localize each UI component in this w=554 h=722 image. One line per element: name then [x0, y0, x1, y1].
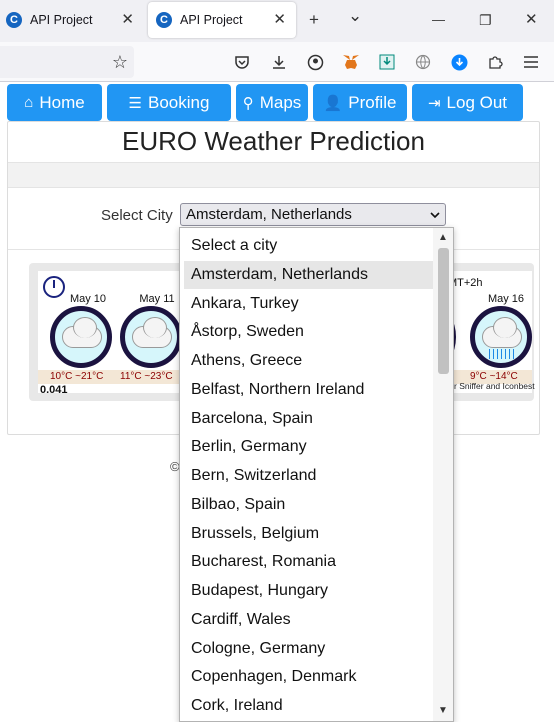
selected-city-value: Amsterdam, Netherlands: [186, 206, 352, 223]
widget-credit: r Sniffer and Iconbest: [454, 381, 535, 391]
nav-label: Booking: [148, 92, 210, 112]
browser-toolbar: ☆: [0, 42, 554, 82]
tab-title: API Project: [180, 13, 243, 27]
site-favicon-icon: C: [156, 12, 172, 28]
city-option[interactable]: Berlin, Germany: [184, 433, 433, 461]
downloads-panel-icon[interactable]: [378, 53, 396, 71]
nav-booking-button[interactable]: ☰ Booking: [107, 84, 231, 121]
globe-icon[interactable]: [414, 53, 432, 71]
nav-maps-button[interactable]: ⚲ Maps: [236, 84, 308, 121]
forecast-date: May 11: [139, 293, 175, 305]
scroll-up-icon[interactable]: ▲: [433, 230, 453, 246]
city-select[interactable]: Amsterdam, Netherlands: [180, 203, 446, 226]
city-option[interactable]: Barcelona, Spain: [184, 405, 433, 433]
close-window-button[interactable]: ✕: [525, 10, 538, 30]
pocket-icon[interactable]: [233, 53, 251, 71]
city-option[interactable]: Bucharest, Romania: [184, 548, 433, 576]
city-option[interactable]: Cologne, Germany: [184, 635, 433, 663]
page-title: EURO Weather Prediction: [122, 126, 425, 156]
city-option[interactable]: Brussels, Belgium: [184, 520, 433, 548]
widget-code: 0.041: [40, 384, 68, 396]
scrollbar-thumb[interactable]: [438, 248, 449, 374]
cloudy-icon: [50, 306, 112, 368]
dropdown-scrollbar[interactable]: ▲ ▼: [433, 228, 453, 721]
city-option[interactable]: Belfast, Northern Ireland: [184, 376, 433, 404]
forecast-date: May 10: [69, 293, 107, 305]
close-tab-icon[interactable]: ✕: [121, 11, 134, 29]
nav-label: Home: [39, 92, 85, 112]
metamask-icon[interactable]: [342, 53, 360, 71]
nav-profile-button[interactable]: 👤 Profile: [313, 84, 407, 121]
browser-tab[interactable]: C API Project ✕: [0, 2, 144, 38]
city-option[interactable]: Cardiff, Wales: [184, 606, 433, 634]
city-option[interactable]: Ankara, Turkey: [184, 290, 433, 318]
city-option[interactable]: Bilbao, Spain: [184, 491, 433, 519]
url-bar[interactable]: ☆: [0, 46, 134, 78]
menu-icon[interactable]: [522, 53, 540, 71]
nav-label: Log Out: [446, 92, 508, 112]
city-dropdown-list[interactable]: Select a city Amsterdam, Netherlands Ankar…: [179, 227, 454, 722]
city-option[interactable]: Budapest, Hungary: [184, 577, 433, 605]
city-option[interactable]: Bern, Switzerland: [184, 462, 433, 490]
minimize-button[interactable]: —: [432, 10, 445, 30]
browser-tab-strip: C API Project ✕ C API Project ✕ + ⌄ — ❐ …: [0, 0, 554, 42]
new-tab-button[interactable]: +: [309, 10, 319, 30]
city-option[interactable]: Amsterdam, Netherlands: [184, 260, 433, 289]
city-option[interactable]: Åstorp, Sweden: [184, 318, 433, 346]
forecast-temps: 11°C ~23°C: [120, 371, 173, 382]
browser-tab-active[interactable]: C API Project ✕: [148, 2, 296, 38]
tab-list-button[interactable]: ⌄: [348, 6, 362, 26]
forecast-temps: 10°C ~21°C: [50, 371, 104, 382]
extensions-icon[interactable]: [486, 53, 504, 71]
site-favicon-icon: C: [6, 12, 22, 28]
card-divider: [8, 162, 539, 188]
map-marker-icon: ⚲: [242, 94, 254, 112]
home-icon: ⌂: [24, 94, 34, 111]
close-tab-icon[interactable]: ✕: [273, 11, 286, 29]
bookmark-star-icon[interactable]: ☆: [112, 52, 128, 73]
city-option[interactable]: Copenhagen, Denmark: [184, 663, 433, 691]
update-icon[interactable]: [450, 53, 468, 71]
download-icon[interactable]: [270, 53, 288, 71]
forecast-date: May 16: [487, 293, 525, 305]
list-icon: ☰: [128, 94, 142, 112]
nav-label: Maps: [259, 92, 302, 112]
city-option[interactable]: Cork, Ireland: [184, 692, 433, 720]
user-icon: 👤: [323, 94, 343, 112]
nav-logout-button[interactable]: ⇥ Log Out: [412, 84, 523, 121]
cloudy-icon: [120, 306, 182, 368]
restore-button[interactable]: ❐: [479, 10, 492, 30]
logout-icon: ⇥: [427, 94, 441, 112]
account-icon[interactable]: [306, 53, 324, 71]
dropdown-placeholder-option[interactable]: Select a city: [184, 232, 433, 260]
nav-label: Profile: [348, 92, 397, 112]
nav-home-button[interactable]: ⌂ Home: [7, 84, 102, 121]
rain-icon: [470, 306, 532, 368]
tab-title: API Project: [30, 13, 93, 27]
select-city-label: Select City: [101, 207, 173, 224]
city-option[interactable]: Athens, Greece: [184, 347, 433, 375]
scroll-down-icon[interactable]: ▼: [433, 703, 453, 719]
